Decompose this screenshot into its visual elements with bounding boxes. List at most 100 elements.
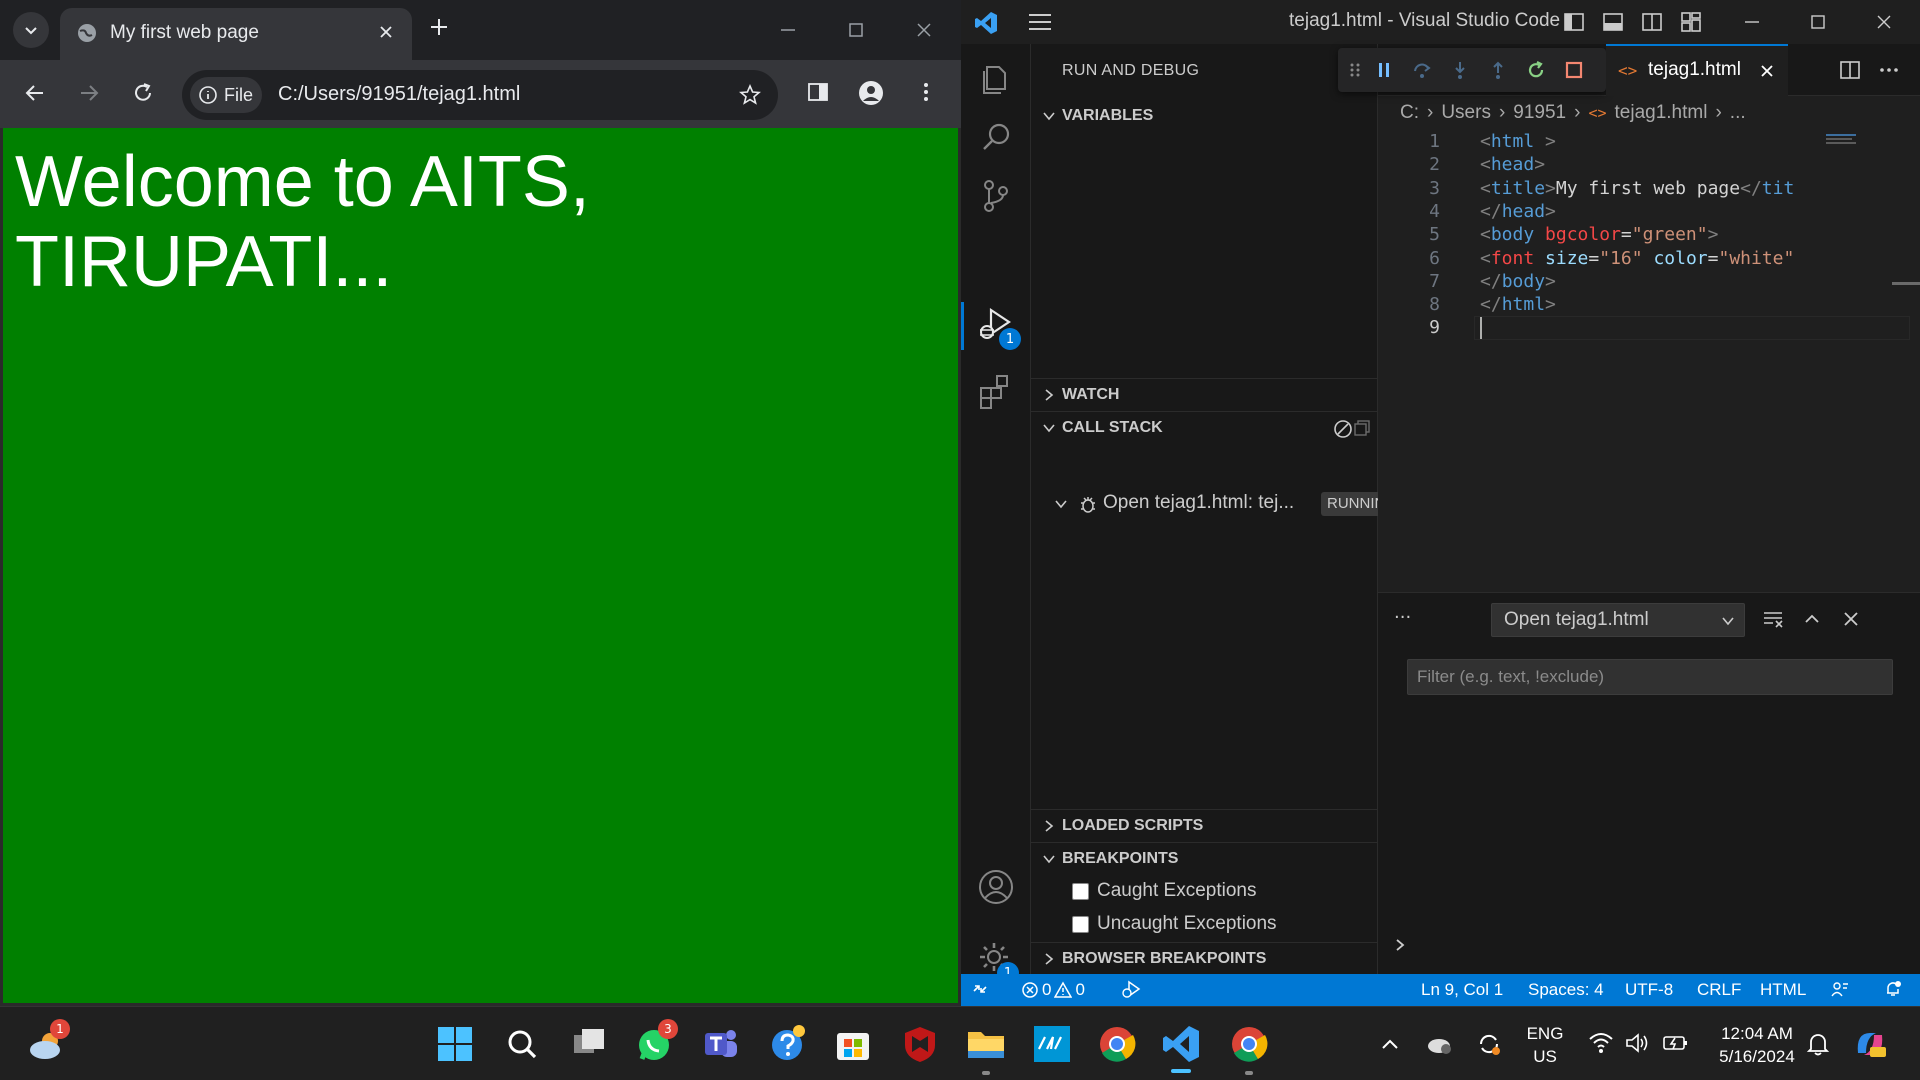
file-explorer-app[interactable] bbox=[965, 1023, 1007, 1065]
step-out-icon[interactable] bbox=[1488, 60, 1508, 80]
step-over-icon[interactable] bbox=[1412, 60, 1432, 80]
vscode-app[interactable] bbox=[1160, 1023, 1202, 1065]
window-close-icon[interactable] bbox=[912, 18, 936, 42]
code-line[interactable]: 6 <font size="16" color="white" bbox=[1378, 247, 1920, 270]
side-panel-icon[interactable] bbox=[806, 80, 830, 104]
close-icon[interactable] bbox=[376, 22, 396, 42]
clock[interactable]: 12:04 AM 5/16/2024 bbox=[1702, 1022, 1812, 1068]
step-into-icon[interactable] bbox=[1450, 60, 1470, 80]
editor-tab-tejag1[interactable]: <> tejag1.html bbox=[1606, 44, 1788, 96]
toggle-primary-sidebar-icon[interactable] bbox=[1563, 11, 1585, 33]
breakpoint-caught-exceptions[interactable]: Caught Exceptions bbox=[1031, 875, 1378, 907]
minimap[interactable] bbox=[1826, 134, 1860, 146]
site-info-chip[interactable]: File bbox=[190, 77, 262, 113]
customize-layout-icon[interactable] bbox=[1680, 11, 1702, 33]
debug-launch-indicator[interactable] bbox=[1121, 980, 1141, 998]
explorer-button[interactable] bbox=[975, 59, 1017, 101]
tab-search-button[interactable] bbox=[13, 12, 49, 48]
url-text[interactable]: C:/Users/91951/tejag1.html bbox=[278, 83, 520, 106]
drag-handle-icon[interactable] bbox=[1348, 60, 1362, 80]
minimize-icon[interactable] bbox=[776, 18, 800, 42]
split-editor-icon[interactable] bbox=[1839, 59, 1861, 81]
start-button[interactable] bbox=[434, 1023, 476, 1065]
clear-console-icon[interactable] bbox=[1762, 608, 1784, 630]
toggle-breakpoints-icon[interactable] bbox=[1332, 418, 1354, 440]
stop-icon[interactable] bbox=[1564, 60, 1584, 80]
breadcrumb-item[interactable]: ... bbox=[1730, 102, 1746, 124]
section-call-stack[interactable]: CALL STACK bbox=[1031, 411, 1378, 443]
weather-widget[interactable]: 1 bbox=[26, 1019, 70, 1065]
wifi-icon[interactable] bbox=[1588, 1031, 1614, 1055]
code-line[interactable]: 4 </head> bbox=[1378, 200, 1920, 223]
source-control-button[interactable] bbox=[975, 175, 1017, 217]
get-help-app[interactable] bbox=[767, 1023, 809, 1065]
extensions-button[interactable] bbox=[975, 370, 1017, 412]
forward-arrow-icon[interactable] bbox=[76, 80, 102, 106]
toggle-panel-icon[interactable] bbox=[1602, 11, 1624, 33]
problems-indicator[interactable]: 0 0 bbox=[1021, 980, 1085, 1000]
breadcrumb-item[interactable]: 91951 bbox=[1513, 102, 1566, 124]
checkbox[interactable] bbox=[1072, 883, 1089, 900]
notification-bell-icon[interactable] bbox=[1806, 1031, 1830, 1057]
remote-indicator[interactable] bbox=[971, 980, 989, 998]
input-language[interactable]: ENG US bbox=[1520, 1022, 1570, 1068]
chrome-app[interactable] bbox=[1096, 1023, 1138, 1065]
call-stack-item[interactable]: Open tejag1.html: tej... RUNNING bbox=[1031, 488, 1403, 518]
maximize-panel-icon[interactable] bbox=[1801, 608, 1823, 630]
collapse-all-icon[interactable] bbox=[1352, 418, 1372, 438]
myhp-app[interactable] bbox=[1031, 1023, 1073, 1065]
breakpoint-uncaught-exceptions[interactable]: Uncaught Exceptions bbox=[1031, 908, 1378, 940]
breadcrumb-item[interactable]: tejag1.html bbox=[1615, 102, 1708, 124]
maximize-icon[interactable] bbox=[844, 18, 868, 42]
code-line[interactable]: 7 </body> bbox=[1378, 270, 1920, 293]
notifications-indicator[interactable] bbox=[1884, 980, 1902, 998]
code-line[interactable]: 8 </html> bbox=[1378, 293, 1920, 316]
profile-avatar-icon[interactable] bbox=[858, 80, 884, 106]
mcafee-app[interactable] bbox=[899, 1023, 941, 1065]
section-variables[interactable]: VARIABLES bbox=[1031, 100, 1378, 132]
whatsapp-app[interactable]: 3 bbox=[634, 1019, 678, 1065]
code-line[interactable]: 2 <head> bbox=[1378, 153, 1920, 176]
code-line[interactable]: 5 <body bgcolor="green"> bbox=[1378, 223, 1920, 246]
section-loaded-scripts[interactable]: LOADED SCRIPTS bbox=[1031, 809, 1378, 841]
teams-app[interactable] bbox=[701, 1023, 743, 1065]
accounts-button[interactable] bbox=[975, 866, 1017, 908]
code-line[interactable]: 3 <title>My first web page</tit bbox=[1378, 177, 1920, 200]
battery-charging-icon[interactable] bbox=[1662, 1031, 1690, 1055]
back-arrow-icon[interactable] bbox=[22, 80, 48, 106]
task-view-button[interactable] bbox=[568, 1023, 610, 1065]
toggle-secondary-sidebar-icon[interactable] bbox=[1641, 11, 1663, 33]
hamburger-menu-icon[interactable] bbox=[1027, 12, 1053, 32]
maximize-icon[interactable] bbox=[1807, 11, 1829, 33]
pause-icon[interactable] bbox=[1374, 60, 1394, 80]
onedrive-icon[interactable] bbox=[1426, 1031, 1454, 1057]
sync-icon[interactable] bbox=[1476, 1031, 1502, 1057]
language-mode[interactable]: HTML bbox=[1760, 980, 1806, 1000]
section-watch[interactable]: WATCH bbox=[1031, 378, 1378, 410]
address-bar[interactable]: File C:/Users/91951/tejag1.html bbox=[182, 70, 778, 120]
more-actions-icon[interactable] bbox=[1878, 59, 1900, 81]
restart-icon[interactable] bbox=[1526, 60, 1546, 80]
close-panel-icon[interactable] bbox=[1840, 608, 1862, 630]
bookmark-star-icon[interactable] bbox=[738, 83, 762, 107]
more-icon[interactable]: ··· bbox=[1394, 607, 1411, 628]
breadcrumb-item[interactable]: Users bbox=[1441, 102, 1491, 124]
chrome-app-2[interactable] bbox=[1228, 1023, 1270, 1065]
encoding[interactable]: UTF-8 bbox=[1625, 980, 1673, 1000]
taskbar-search-button[interactable] bbox=[501, 1023, 543, 1065]
kebab-menu-icon[interactable] bbox=[914, 80, 938, 104]
new-tab-icon[interactable] bbox=[428, 16, 450, 38]
feedback-indicator[interactable] bbox=[1830, 980, 1850, 998]
reload-icon[interactable] bbox=[130, 80, 156, 106]
debug-session-select[interactable]: Open tejag1.html bbox=[1491, 603, 1745, 637]
run-debug-button[interactable]: 1 bbox=[975, 304, 1021, 350]
end-of-line[interactable]: CRLF bbox=[1697, 980, 1741, 1000]
minimize-icon[interactable] bbox=[1741, 11, 1763, 33]
section-browser-breakpoints[interactable]: BROWSER BREAKPOINTS bbox=[1031, 942, 1378, 974]
browser-tab[interactable]: My first web page bbox=[60, 8, 412, 60]
chevron-up-icon[interactable] bbox=[1380, 1037, 1400, 1051]
checkbox[interactable] bbox=[1072, 916, 1089, 933]
window-close-icon[interactable] bbox=[1873, 11, 1895, 33]
indentation[interactable]: Spaces: 4 bbox=[1528, 980, 1604, 1000]
code-line[interactable]: 9 bbox=[1378, 316, 1920, 339]
